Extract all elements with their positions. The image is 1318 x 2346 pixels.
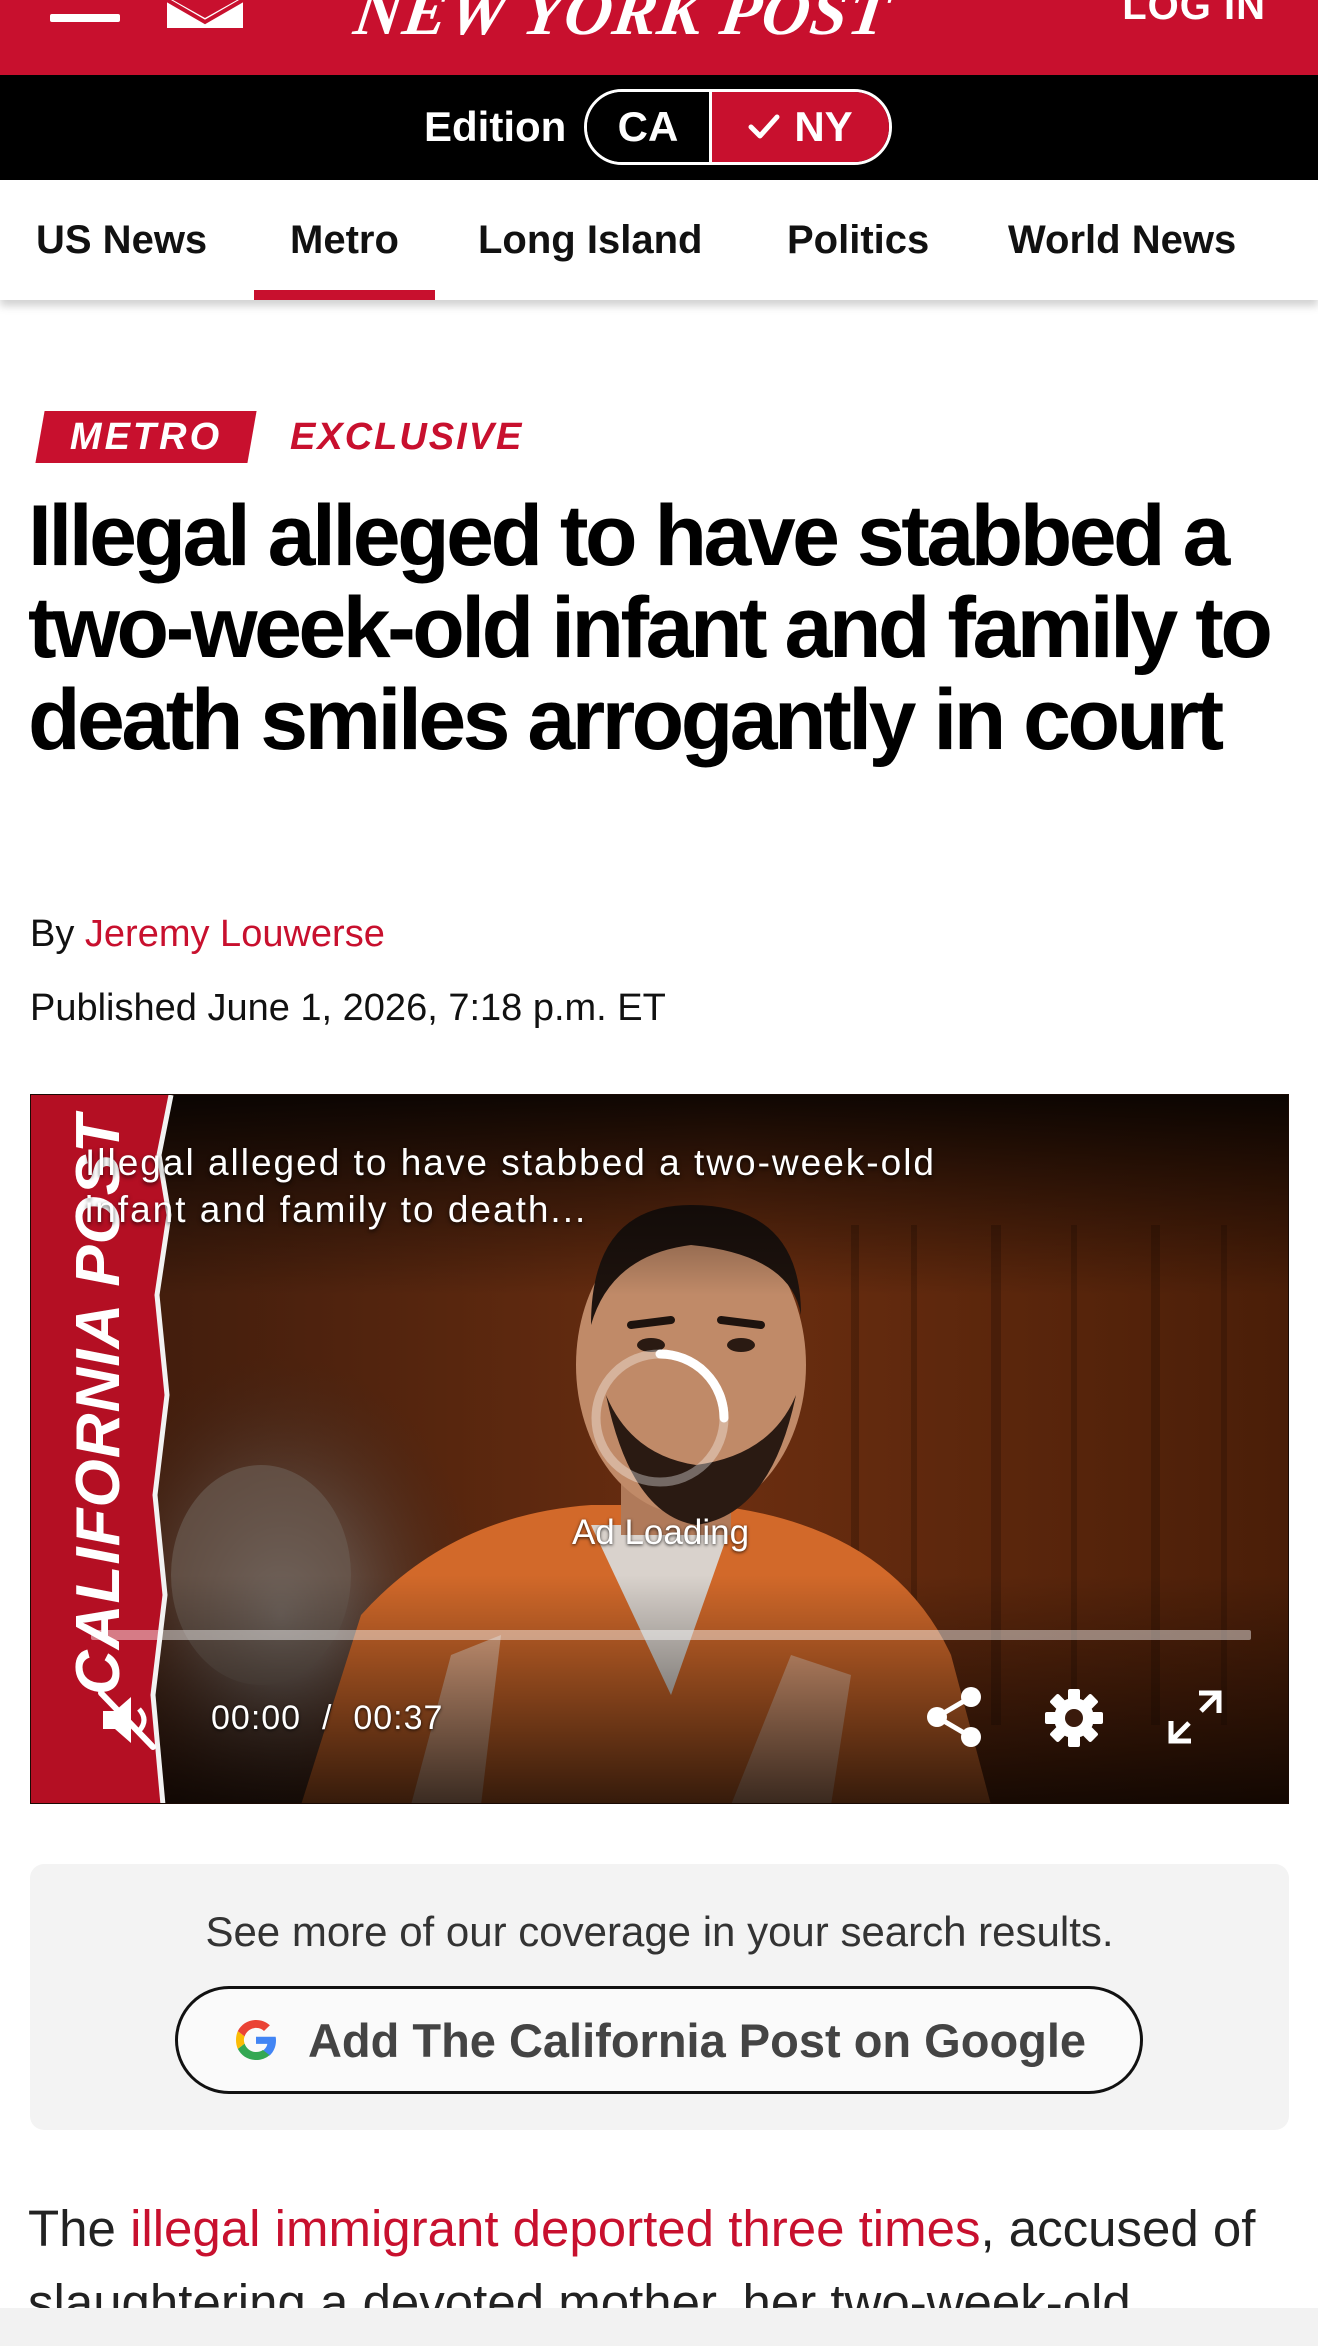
edition-bar: Edition CA NY bbox=[0, 75, 1318, 180]
site-logo[interactable]: NEW YORK POST bbox=[350, 0, 960, 49]
add-to-google-button[interactable]: Add The California Post on Google bbox=[175, 1986, 1143, 2094]
edition-option-ny[interactable]: NY bbox=[712, 92, 889, 162]
google-g-icon bbox=[235, 2020, 276, 2060]
login-link[interactable]: LOG IN bbox=[1122, 0, 1266, 28]
ad-loading-status: Ad Loading bbox=[571, 1513, 750, 1552]
duration: 00:37 bbox=[353, 1699, 444, 1737]
bottom-fade bbox=[0, 2308, 1318, 2346]
video-title: Illegal alleged to have stabbed a two-we… bbox=[85, 1142, 936, 1230]
add-to-google-label: Add The California Post on Google bbox=[307, 2013, 1087, 2067]
edition-option-ny-label: NY bbox=[794, 103, 853, 150]
edition-toggle: CA NY bbox=[584, 89, 892, 165]
hamburger-menu-icon[interactable] bbox=[50, 0, 120, 30]
loading-spinner-icon bbox=[591, 1349, 729, 1487]
section-nav: US News Metro Long Island Politics World… bbox=[0, 180, 1318, 300]
time-separator: / bbox=[322, 1699, 333, 1737]
mail-icon[interactable] bbox=[165, 0, 245, 28]
google-promo-box: See more of our coverage in your search … bbox=[30, 1864, 1289, 2130]
video-time: 00:00 / 00:37 bbox=[211, 1699, 443, 1738]
share-icon[interactable] bbox=[923, 1685, 987, 1749]
nav-item-long-island[interactable]: Long Island bbox=[478, 180, 702, 300]
published-date: Published June 1, 2026, 7:18 p.m. ET bbox=[30, 987, 666, 1029]
article-tags: METRO EXCLUSIVE bbox=[35, 411, 524, 463]
promo-text: See more of our coverage in your search … bbox=[205, 1908, 1114, 1955]
checkmark-icon bbox=[748, 114, 780, 139]
nav-item-metro[interactable]: Metro bbox=[254, 180, 435, 300]
masthead: NEW YORK POST LOG IN bbox=[0, 0, 1318, 75]
nav-item-us-news[interactable]: US News bbox=[36, 180, 207, 300]
nav-item-politics[interactable]: Politics bbox=[787, 180, 929, 300]
section-tag-label: METRO bbox=[69, 415, 223, 458]
body-lead: The bbox=[28, 2200, 131, 2257]
body-inline-link[interactable]: illegal immigrant deported three times bbox=[130, 2200, 980, 2257]
fullscreen-icon[interactable] bbox=[1167, 1689, 1223, 1745]
edition-label: Edition bbox=[424, 103, 567, 150]
current-time: 00:00 bbox=[211, 1699, 302, 1737]
edition-option-ca[interactable]: CA bbox=[587, 92, 709, 162]
section-tag-metro[interactable]: METRO bbox=[35, 411, 257, 463]
exclusive-tag: EXCLUSIVE bbox=[290, 415, 524, 458]
settings-gear-icon[interactable] bbox=[1043, 1687, 1105, 1749]
author-link[interactable]: Jeremy Louwerse bbox=[85, 913, 385, 955]
byline-prefix: By bbox=[30, 913, 75, 955]
muted-speaker-icon[interactable] bbox=[93, 1685, 163, 1755]
video-player[interactable]: CALIFORNIA POST Illegal alleged to have … bbox=[30, 1094, 1289, 1804]
byline: By Jeremy Louwerse bbox=[30, 910, 385, 958]
video-progress-bar[interactable] bbox=[91, 1630, 1251, 1640]
article-headline: Illegal alleged to have stabbed a two-we… bbox=[28, 488, 1273, 768]
nav-item-world-news[interactable]: World News bbox=[1008, 180, 1236, 300]
